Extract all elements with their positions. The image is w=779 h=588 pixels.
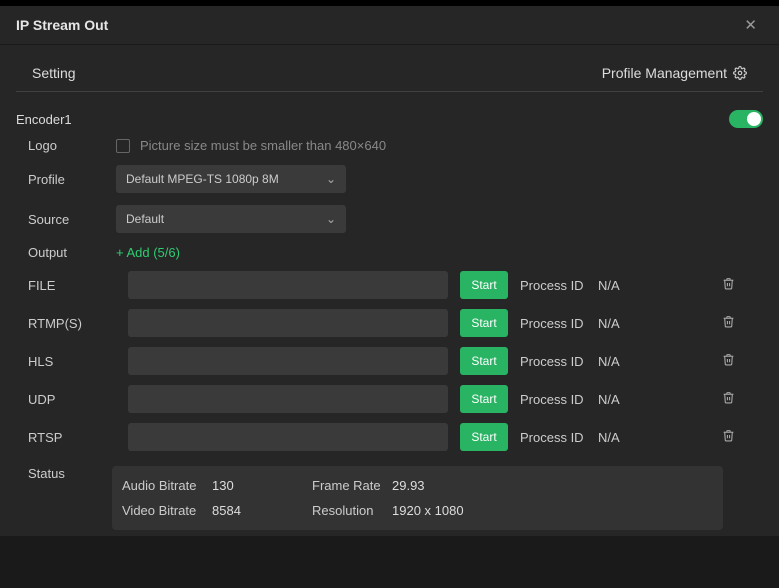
start-button[interactable]: Start bbox=[460, 309, 508, 337]
process-id-value: N/A bbox=[598, 430, 706, 445]
output-row-file: FILE Start Process ID N/A bbox=[16, 266, 763, 304]
output-proto: RTSP bbox=[16, 430, 116, 445]
video-bitrate-label: Video Bitrate bbox=[122, 503, 212, 518]
start-button[interactable]: Start bbox=[460, 385, 508, 413]
start-button[interactable]: Start bbox=[460, 347, 508, 375]
encoder1-header: Encoder1 bbox=[0, 92, 779, 132]
process-id-label: Process ID bbox=[520, 316, 586, 331]
resolution-value: 1920 x 1080 bbox=[392, 503, 512, 518]
output-row-udp: UDP Start Process ID N/A bbox=[16, 380, 763, 418]
output-row-hls: HLS Start Process ID N/A bbox=[16, 342, 763, 380]
process-id-value: N/A bbox=[598, 354, 706, 369]
logo-hint: Picture size must be smaller than 480×64… bbox=[140, 138, 386, 153]
output-label: Output bbox=[16, 245, 116, 260]
add-output-button[interactable]: + Add (5/6) bbox=[116, 245, 180, 260]
source-label: Source bbox=[16, 212, 116, 227]
profile-value: Default MPEG-TS 1080p 8M bbox=[126, 172, 279, 186]
output-proto: HLS bbox=[16, 354, 116, 369]
gear-icon bbox=[733, 66, 747, 80]
output-row-rtsp: RTSP Start Process ID N/A bbox=[16, 418, 763, 456]
audio-bitrate-label: Audio Bitrate bbox=[122, 478, 212, 493]
source-select[interactable]: Default ⌄ bbox=[116, 205, 346, 233]
file-url-input[interactable] bbox=[128, 271, 448, 299]
logo-label: Logo bbox=[16, 138, 116, 153]
chevron-down-icon: ⌄ bbox=[326, 212, 336, 226]
rtsp-url-input[interactable] bbox=[128, 423, 448, 451]
chevron-down-icon: ⌄ bbox=[326, 172, 336, 186]
trash-icon[interactable] bbox=[718, 349, 739, 373]
encoder1-name: Encoder1 bbox=[16, 112, 72, 127]
hls-url-input[interactable] bbox=[128, 347, 448, 375]
audio-bitrate-value: 130 bbox=[212, 478, 312, 493]
trash-icon[interactable] bbox=[718, 311, 739, 335]
video-bitrate-value: 8584 bbox=[212, 503, 312, 518]
process-id-label: Process ID bbox=[520, 392, 586, 407]
output-proto: FILE bbox=[16, 278, 116, 293]
status-label: Status bbox=[16, 466, 116, 481]
profile-row: Profile Default MPEG-TS 1080p 8M ⌄ bbox=[16, 159, 763, 199]
setting-label: Setting bbox=[32, 65, 76, 81]
start-button[interactable]: Start bbox=[460, 423, 508, 451]
panel: IP Stream Out ✕ Setting Profile Manageme… bbox=[0, 6, 779, 536]
status-row: Status Audio Bitrate 130 Frame Rate 29.9… bbox=[16, 456, 763, 536]
process-id-label: Process ID bbox=[520, 430, 586, 445]
process-id-label: Process ID bbox=[520, 278, 586, 293]
source-row: Source Default ⌄ bbox=[16, 199, 763, 239]
toggle-knob bbox=[747, 112, 761, 126]
output-label-row: Output + Add (5/6) bbox=[16, 239, 763, 266]
output-proto: RTMP(S) bbox=[16, 316, 116, 331]
logo-row: Logo Picture size must be smaller than 4… bbox=[16, 132, 763, 159]
resolution-label: Resolution bbox=[312, 503, 392, 518]
source-value: Default bbox=[126, 212, 164, 226]
titlebar: IP Stream Out ✕ bbox=[0, 6, 779, 45]
logo-checkbox[interactable] bbox=[116, 139, 130, 153]
frame-rate-label: Frame Rate bbox=[312, 478, 392, 493]
start-button[interactable]: Start bbox=[460, 271, 508, 299]
output-proto: UDP bbox=[16, 392, 116, 407]
profile-management-label: Profile Management bbox=[602, 65, 727, 81]
udp-url-input[interactable] bbox=[128, 385, 448, 413]
profile-select[interactable]: Default MPEG-TS 1080p 8M ⌄ bbox=[116, 165, 346, 193]
profile-label: Profile bbox=[16, 172, 116, 187]
process-id-label: Process ID bbox=[520, 354, 586, 369]
encoder1-toggle[interactable] bbox=[729, 110, 763, 128]
output-row-rtmp: RTMP(S) Start Process ID N/A bbox=[16, 304, 763, 342]
window-title: IP Stream Out bbox=[16, 17, 108, 33]
trash-icon[interactable] bbox=[718, 273, 739, 297]
close-icon[interactable]: ✕ bbox=[738, 14, 763, 36]
trash-icon[interactable] bbox=[718, 425, 739, 449]
process-id-value: N/A bbox=[598, 278, 706, 293]
subheader: Setting Profile Management bbox=[16, 45, 763, 92]
process-id-value: N/A bbox=[598, 316, 706, 331]
frame-rate-value: 29.93 bbox=[392, 478, 512, 493]
rtmp-url-input[interactable] bbox=[128, 309, 448, 337]
status-box: Audio Bitrate 130 Frame Rate 29.93 Video… bbox=[112, 466, 723, 530]
process-id-value: N/A bbox=[598, 392, 706, 407]
trash-icon[interactable] bbox=[718, 387, 739, 411]
encoder1-form: Logo Picture size must be smaller than 4… bbox=[0, 132, 779, 536]
profile-management-button[interactable]: Profile Management bbox=[602, 65, 747, 81]
